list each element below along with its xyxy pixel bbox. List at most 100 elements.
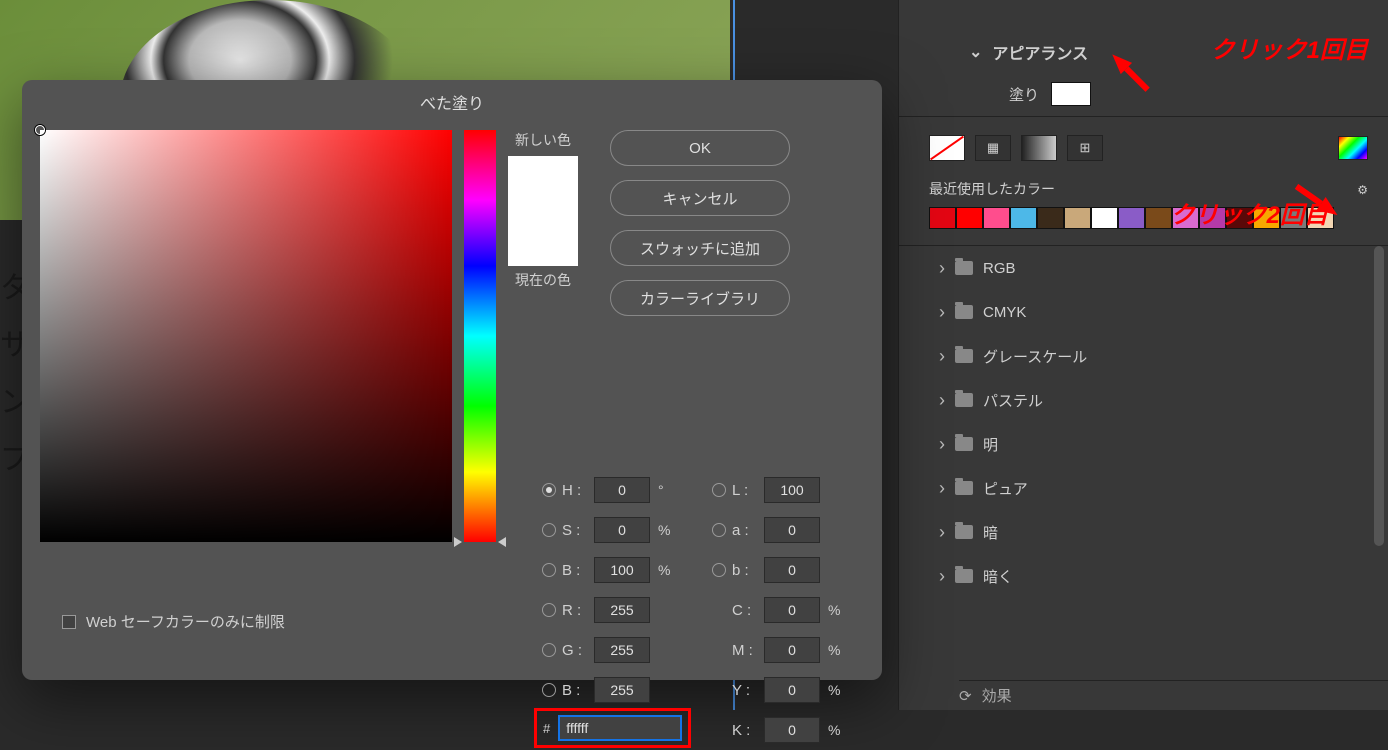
red-label: R : <box>562 602 588 619</box>
color-picker-button[interactable] <box>1338 136 1368 160</box>
magenta-input[interactable] <box>764 637 820 663</box>
websafe-checkbox[interactable] <box>62 615 76 629</box>
annotation-click1: クリック1回目 <box>1211 30 1368 65</box>
brightness-radio[interactable] <box>542 563 556 577</box>
lightness-label: L : <box>732 482 758 499</box>
folder-item[interactable]: RGB <box>939 246 1368 290</box>
chevron-right-icon <box>939 346 945 367</box>
blue-radio[interactable] <box>542 683 556 697</box>
current-color-swatch[interactable] <box>508 211 578 266</box>
green-input[interactable] <box>594 637 650 663</box>
recent-colors-label: 最近使用したカラー <box>929 179 1055 199</box>
properties-panel: アピアランス 塗り クリック1回目 ▦ ⊞ クリック2回目 最近使用したカラー … <box>898 0 1388 710</box>
folder-label: 暗 <box>983 522 998 543</box>
hue-slider-thumb-left[interactable] <box>454 537 462 547</box>
red-radio[interactable] <box>542 603 556 617</box>
saturation-input[interactable] <box>594 517 650 543</box>
chevron-right-icon <box>939 434 945 455</box>
folder-icon <box>955 481 973 495</box>
color-folder-list: RGB CMYK グレースケールパステル明ピュア暗暗く <box>899 245 1388 605</box>
hex-input[interactable] <box>558 715 682 741</box>
cyan-input[interactable] <box>764 597 820 623</box>
color-picker-dialog: べた塗り 新しい色 現在の色 OK キャンセル スウォッチに追加 カラーライブラ… <box>22 80 882 680</box>
chevron-right-icon <box>939 522 945 543</box>
folder-label: 暗く <box>983 566 1013 587</box>
recent-swatch[interactable] <box>1145 207 1172 229</box>
saturation-radio[interactable] <box>542 523 556 537</box>
lightness-radio[interactable] <box>712 483 726 497</box>
lightness-input[interactable] <box>764 477 820 503</box>
new-color-swatch <box>508 156 578 211</box>
new-color-label: 新しい色 <box>515 130 571 150</box>
folder-label: CMYK <box>983 304 1026 321</box>
lab-b-radio[interactable] <box>712 563 726 577</box>
fill-label: 塗り <box>1009 84 1039 105</box>
recent-swatch[interactable] <box>929 207 956 229</box>
brightness-input[interactable] <box>594 557 650 583</box>
folder-item[interactable]: CMYK <box>939 290 1368 334</box>
color-library-button[interactable]: カラーライブラリ <box>610 280 790 316</box>
hue-input[interactable] <box>594 477 650 503</box>
lab-a-radio[interactable] <box>712 523 726 537</box>
lab-b-label: b : <box>732 562 758 579</box>
recent-swatch[interactable] <box>956 207 983 229</box>
blue-input[interactable] <box>594 677 650 703</box>
ok-button[interactable]: OK <box>610 130 790 166</box>
websafe-label: Web セーフカラーのみに制限 <box>86 611 285 632</box>
current-color-label: 現在の色 <box>515 270 571 290</box>
gradient-mode-button[interactable] <box>1021 135 1057 161</box>
folder-item[interactable]: ピュア <box>939 466 1368 510</box>
black-k-input[interactable] <box>764 717 820 743</box>
add-swatch-button[interactable]: スウォッチに追加 <box>610 230 790 266</box>
folder-item[interactable]: グレースケール <box>939 334 1368 378</box>
fill-swatch[interactable] <box>1051 82 1091 106</box>
green-radio[interactable] <box>542 643 556 657</box>
chevron-right-icon <box>939 390 945 411</box>
hue-radio[interactable] <box>542 483 556 497</box>
hue-slider[interactable] <box>464 130 496 542</box>
folder-icon <box>955 305 973 319</box>
gear-icon[interactable] <box>1357 181 1368 197</box>
folder-label: 明 <box>983 434 998 455</box>
chevron-down-icon <box>969 42 982 62</box>
pattern-mode-button[interactable]: ⊞ <box>1067 135 1103 161</box>
black-k-label: K : <box>732 722 758 739</box>
recent-swatch[interactable] <box>1091 207 1118 229</box>
magenta-label: M : <box>732 642 758 659</box>
folder-icon <box>955 569 973 583</box>
chevron-right-icon <box>939 302 945 323</box>
red-input[interactable] <box>594 597 650 623</box>
folder-item[interactable]: 暗く <box>939 554 1368 598</box>
no-fill-button[interactable] <box>929 135 965 161</box>
blue-label: B : <box>562 682 588 699</box>
folder-icon <box>955 393 973 407</box>
folder-item[interactable]: パステル <box>939 378 1368 422</box>
yellow-input[interactable] <box>764 677 820 703</box>
yellow-label: Y : <box>732 682 758 699</box>
folder-label: グレースケール <box>983 346 1087 367</box>
folder-icon <box>955 261 973 275</box>
saturation-field[interactable] <box>40 130 452 542</box>
folder-item[interactable]: 暗 <box>939 510 1368 554</box>
recent-swatch[interactable] <box>1010 207 1037 229</box>
lab-a-input[interactable] <box>764 517 820 543</box>
saturation-cursor[interactable] <box>35 125 45 135</box>
recent-swatch[interactable] <box>1037 207 1064 229</box>
recent-swatch[interactable] <box>983 207 1010 229</box>
recent-swatch[interactable] <box>1064 207 1091 229</box>
scrollbar[interactable] <box>1374 246 1384 546</box>
recent-swatch[interactable] <box>1118 207 1145 229</box>
folder-icon <box>955 525 973 539</box>
lab-b-input[interactable] <box>764 557 820 583</box>
folder-icon <box>955 437 973 451</box>
chevron-right-icon <box>939 566 945 587</box>
folder-item[interactable]: 明 <box>939 422 1368 466</box>
cyan-label: C : <box>732 602 758 619</box>
saturation-label: S : <box>562 522 588 539</box>
chevron-right-icon <box>939 258 945 279</box>
cancel-button[interactable]: キャンセル <box>610 180 790 216</box>
swatches-mode-button[interactable]: ▦ <box>975 135 1011 161</box>
hue-slider-thumb-right[interactable] <box>498 537 506 547</box>
hex-label: # <box>543 721 550 736</box>
effects-row[interactable]: ⟳ 効果 <box>959 680 1388 710</box>
